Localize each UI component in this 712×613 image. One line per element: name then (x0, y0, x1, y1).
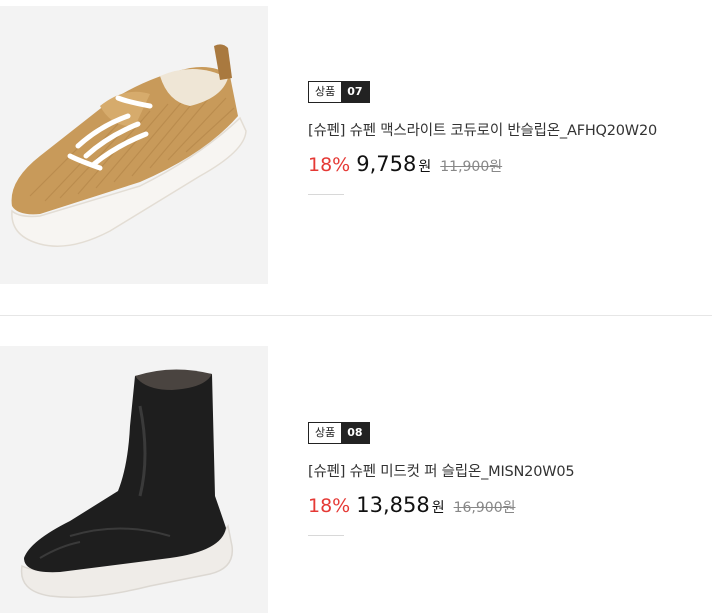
product-info: 상품 08 [슈펜] 슈펜 미드컷 퍼 슬립온_MISN20W05 18% 13… (308, 421, 575, 536)
section-divider (0, 315, 712, 316)
original-price-currency: 원 (489, 159, 503, 175)
badge-label: 상품 (309, 82, 342, 102)
product-badge: 상품 07 (308, 81, 370, 103)
discount-rate: 18% (308, 154, 351, 176)
sale-price: 9,758 (356, 152, 417, 176)
product-card-08[interactable]: 상품 08 [슈펜] 슈펜 미드컷 퍼 슬립온_MISN20W05 18% 13… (0, 340, 712, 613)
badge-number: 07 (341, 82, 369, 102)
original-price: 16,900 (453, 500, 503, 516)
price-row: 18% 13,858 원 16,900 원 (308, 493, 574, 517)
price-row: 18% 9,758 원 11,900 원 (308, 152, 657, 176)
badge-number: 08 (341, 423, 369, 443)
tan-sneaker-illustration (0, 6, 268, 284)
sale-price: 13,858 (356, 493, 430, 517)
product-image-boot[interactable] (0, 346, 268, 613)
badge-label: 상품 (309, 423, 342, 443)
original-price-currency: 원 (502, 500, 516, 516)
product-badge: 상품 08 (308, 422, 370, 444)
sale-price-currency: 원 (418, 159, 432, 175)
black-boot-illustration (0, 346, 268, 613)
original-price: 11,900 (440, 159, 490, 175)
product-card-07[interactable]: 상품 07 [슈펜] 슈펜 맥스라이트 코듀로이 반슬립온_AFHQ20W20 … (0, 0, 712, 300)
product-image-sneaker[interactable] (0, 6, 268, 284)
sale-price-currency: 원 (431, 500, 445, 516)
product-info: 상품 07 [슈펜] 슈펜 맥스라이트 코듀로이 반슬립온_AFHQ20W20 … (308, 80, 657, 195)
discount-rate: 18% (308, 495, 351, 517)
product-name-link[interactable]: [슈펜] 슈펜 미드컷 퍼 슬립온_MISN20W05 (308, 460, 575, 481)
product-name-link[interactable]: [슈펜] 슈펜 맥스라이트 코듀로이 반슬립온_AFHQ20W20 (308, 119, 657, 140)
divider-short (308, 194, 344, 195)
divider-short (308, 535, 344, 536)
